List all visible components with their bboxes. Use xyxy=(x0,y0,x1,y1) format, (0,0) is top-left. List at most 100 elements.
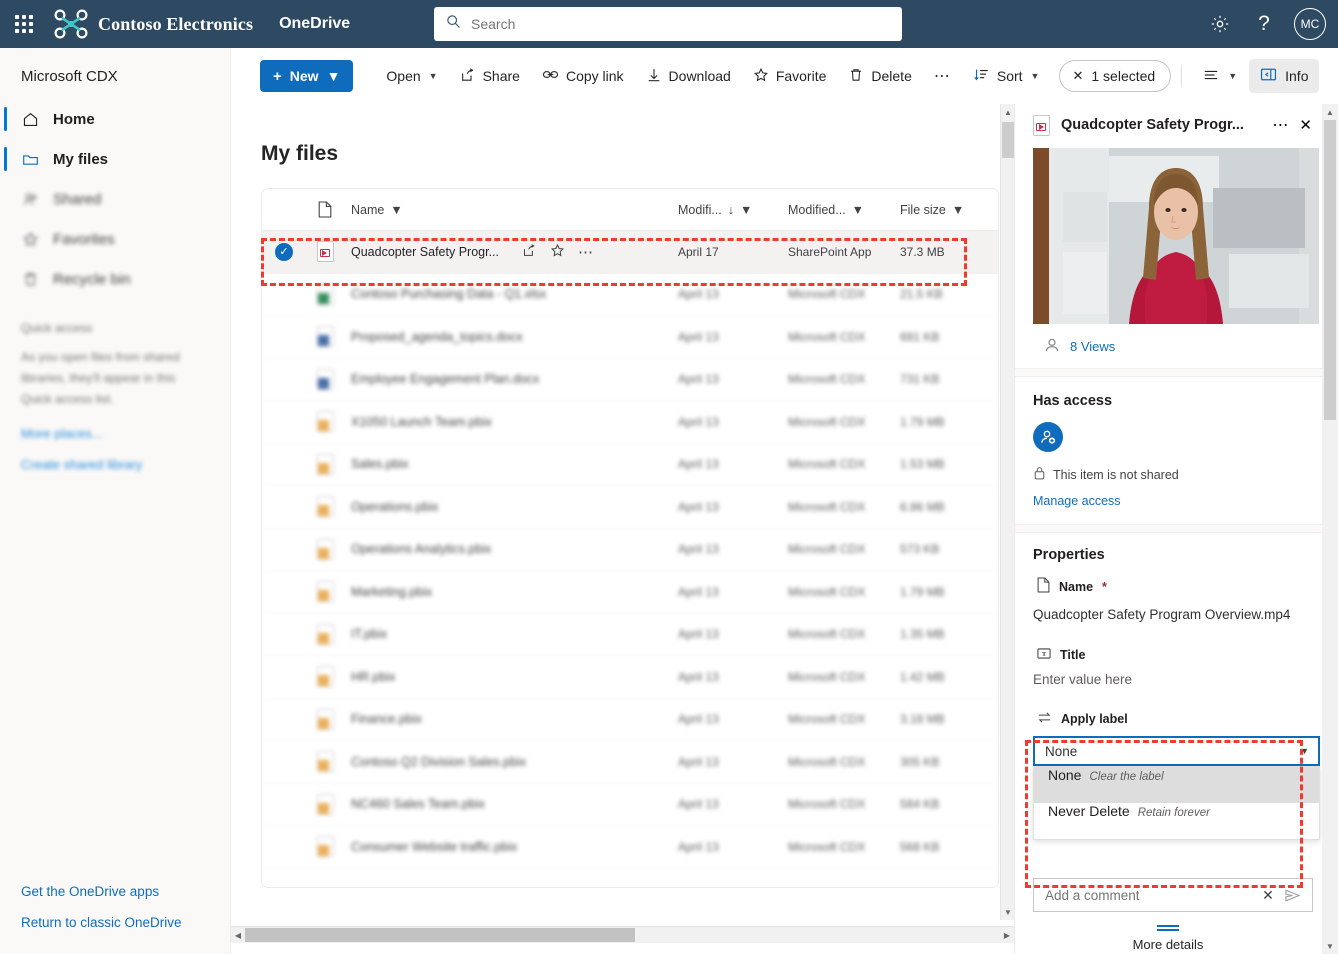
sort-button[interactable]: Sort ▼ xyxy=(963,58,1050,94)
column-header-file-size[interactable]: File size ▼ xyxy=(900,203,998,217)
row-name-cell[interactable]: Quadcopter Safety Progr...⋯ xyxy=(346,243,678,261)
table-row[interactable]: IT.pbixApril 13Microsoft CDX1.35 MB xyxy=(262,614,998,657)
star-icon[interactable] xyxy=(550,243,565,261)
info-pane-button[interactable]: Info xyxy=(1249,59,1319,93)
row-name-cell[interactable]: Employee Engagement Plan.docx xyxy=(346,372,678,386)
send-icon[interactable] xyxy=(1280,888,1304,903)
gear-icon[interactable] xyxy=(1200,4,1240,44)
sidebar-item-recycle-bin[interactable]: Recycle bin xyxy=(0,259,230,299)
name-property-value[interactable]: Quadcopter Safety Program Overview.mp4 xyxy=(1033,605,1320,625)
column-header-modified-by[interactable]: Modified... ▼ xyxy=(788,203,900,217)
row-name-cell[interactable]: Consumer Website traffic.pbix xyxy=(346,840,678,854)
table-row[interactable]: X1050 Launch Team.pbixApril 13Microsoft … xyxy=(262,401,998,444)
vertical-scroll-thumb[interactable] xyxy=(1002,122,1014,158)
views-count[interactable]: 8 Views xyxy=(1015,324,1338,368)
scroll-up-arrow-icon[interactable]: ▲ xyxy=(1322,104,1338,120)
scroll-down-arrow-icon[interactable]: ▼ xyxy=(1322,938,1338,954)
return-to-classic-onedrive-link[interactable]: Return to classic OneDrive xyxy=(0,907,231,938)
comment-input[interactable] xyxy=(1045,888,1256,903)
table-row[interactable]: Contoso Purchasing Data - Q1.xlsxApril 1… xyxy=(262,274,998,317)
view-options-button[interactable]: ▼ xyxy=(1192,58,1247,94)
close-icon[interactable]: ✕ xyxy=(1256,887,1280,904)
row-name-cell[interactable]: Operations.pbix xyxy=(346,500,678,514)
table-row[interactable]: Consumer Website traffic.pbixApril 13Mic… xyxy=(262,826,998,869)
copy-link-button[interactable]: Copy link xyxy=(532,58,634,94)
sidebar-item-favorites[interactable]: Favorites xyxy=(0,219,230,259)
scroll-right-arrow-icon[interactable]: ▶ xyxy=(1000,927,1014,943)
table-row[interactable]: HR.pbixApril 13Microsoft CDX1.42 MB xyxy=(262,656,998,699)
sidebar-item-my-files[interactable]: My files xyxy=(0,139,230,179)
share-icon[interactable] xyxy=(522,243,537,261)
help-icon[interactable]: ? xyxy=(1244,4,1284,44)
table-row[interactable]: ✓Quadcopter Safety Progr...⋯April 17Shar… xyxy=(262,231,998,274)
checkmark-icon[interactable]: ✓ xyxy=(275,243,293,261)
table-row[interactable]: Marketing.pbixApril 13Microsoft CDX1.79 … xyxy=(262,571,998,614)
row-name-cell[interactable]: Sales.pbix xyxy=(346,457,678,471)
new-button[interactable]: + New ▼ xyxy=(260,60,353,92)
sidebar-item-home[interactable]: Home xyxy=(0,99,230,139)
table-row[interactable]: Operations Analytics.pbixApril 13Microso… xyxy=(262,529,998,572)
row-modified-by: Microsoft CDX xyxy=(788,500,900,514)
row-name-cell[interactable]: Finance.pbix xyxy=(346,712,678,726)
title-property-input[interactable]: Enter value here xyxy=(1033,672,1320,687)
row-name-cell[interactable]: Contoso Purchasing Data - Q1.xlsx xyxy=(346,287,678,301)
row-name-cell[interactable]: Operations Analytics.pbix xyxy=(346,542,678,556)
row-name-cell[interactable]: NC460 Sales Team.pbix xyxy=(346,797,678,811)
more-ellipsis-icon[interactable]: ⋯ xyxy=(578,243,593,261)
table-row[interactable]: Contoso Q2 Division Sales.pbixApril 13Mi… xyxy=(262,741,998,784)
delete-button[interactable]: Delete xyxy=(838,58,921,94)
share-button[interactable]: Share xyxy=(450,58,530,94)
details-scroll-thumb[interactable] xyxy=(1324,120,1336,420)
brand-logo-and-name[interactable]: Contoso Electronics xyxy=(48,9,253,39)
more-details-label[interactable]: More details xyxy=(1015,937,1321,952)
row-name-cell[interactable]: Marketing.pbix xyxy=(346,585,678,599)
row-name-cell[interactable]: IT.pbix xyxy=(346,627,678,641)
details-pane-scrollbar[interactable]: ▲ ▼ xyxy=(1322,104,1338,954)
table-row[interactable]: Employee Engagement Plan.docxApril 13Mic… xyxy=(262,359,998,402)
search-box[interactable] xyxy=(434,7,902,41)
column-header-modified[interactable]: Modifi... ↓ ▼ xyxy=(678,203,788,217)
selected-count-pill[interactable]: ✕ 1 selected xyxy=(1059,60,1171,92)
table-row[interactable]: Finance.pbixApril 13Microsoft CDX3.18 MB xyxy=(262,699,998,742)
get-onedrive-apps-link[interactable]: Get the OneDrive apps xyxy=(0,876,231,907)
download-button[interactable]: Download xyxy=(636,58,741,94)
scroll-left-arrow-icon[interactable]: ◀ xyxy=(231,927,245,943)
scroll-down-arrow-icon[interactable]: ▼ xyxy=(1001,904,1015,920)
more-places-link[interactable]: More places... xyxy=(0,410,230,441)
label-option-none[interactable]: None Clear the label xyxy=(1034,767,1319,803)
search-input[interactable] xyxy=(471,16,871,32)
horizontal-scroll-thumb[interactable] xyxy=(245,928,635,942)
create-shared-library-link[interactable]: Create shared library xyxy=(0,441,230,472)
scroll-up-arrow-icon[interactable]: ▲ xyxy=(1001,104,1015,120)
manage-access-link[interactable]: Manage access xyxy=(1033,494,1121,508)
resize-grip-icon[interactable] xyxy=(1157,925,1179,927)
row-checkbox[interactable]: ✓ xyxy=(262,243,304,261)
file-list-horizontal-scrollbar[interactable]: ◀ ▶ xyxy=(231,926,1014,943)
table-row[interactable]: Sales.pbixApril 13Microsoft CDX1.53 MB xyxy=(262,444,998,487)
row-name-cell[interactable]: Proposed_agenda_topics.docx xyxy=(346,330,678,344)
table-row[interactable]: Proposed_agenda_topics.docxApril 13Micro… xyxy=(262,316,998,359)
apply-label-select[interactable]: None ▼ xyxy=(1033,736,1320,766)
info-pane-icon xyxy=(1260,67,1277,85)
person-add-icon[interactable] xyxy=(1033,422,1063,452)
column-header-name[interactable]: Name ▼ xyxy=(346,203,678,217)
row-name-cell[interactable]: HR.pbix xyxy=(346,670,678,684)
favorite-button[interactable]: Favorite xyxy=(743,58,837,94)
sidebar-item-label: Favorites xyxy=(53,231,115,248)
video-thumbnail[interactable] xyxy=(1033,148,1319,324)
more-commands-button[interactable]: ⋯ xyxy=(924,58,961,94)
table-row[interactable]: NC460 Sales Team.pbixApril 13Microsoft C… xyxy=(262,784,998,827)
app-name[interactable]: OneDrive xyxy=(279,15,350,33)
quick-access-heading: Quick access xyxy=(0,299,230,341)
file-list-vertical-scrollbar[interactable]: ▲ ▼ xyxy=(1000,104,1014,920)
more-ellipsis-icon[interactable]: ⋯ xyxy=(1272,115,1288,135)
row-name-cell[interactable]: Contoso Q2 Division Sales.pbix xyxy=(346,755,678,769)
open-button[interactable]: Open ▼ xyxy=(369,58,447,94)
sidebar-item-shared[interactable]: Shared xyxy=(0,179,230,219)
comment-box[interactable]: ✕ xyxy=(1033,878,1313,912)
table-row[interactable]: Operations.pbixApril 13Microsoft CDX6.86… xyxy=(262,486,998,529)
app-launcher-icon[interactable] xyxy=(0,0,48,48)
avatar[interactable]: MC xyxy=(1294,8,1326,40)
row-name-cell[interactable]: X1050 Launch Team.pbix xyxy=(346,415,678,429)
label-option-never-delete[interactable]: Never Delete Retain forever xyxy=(1034,803,1319,839)
